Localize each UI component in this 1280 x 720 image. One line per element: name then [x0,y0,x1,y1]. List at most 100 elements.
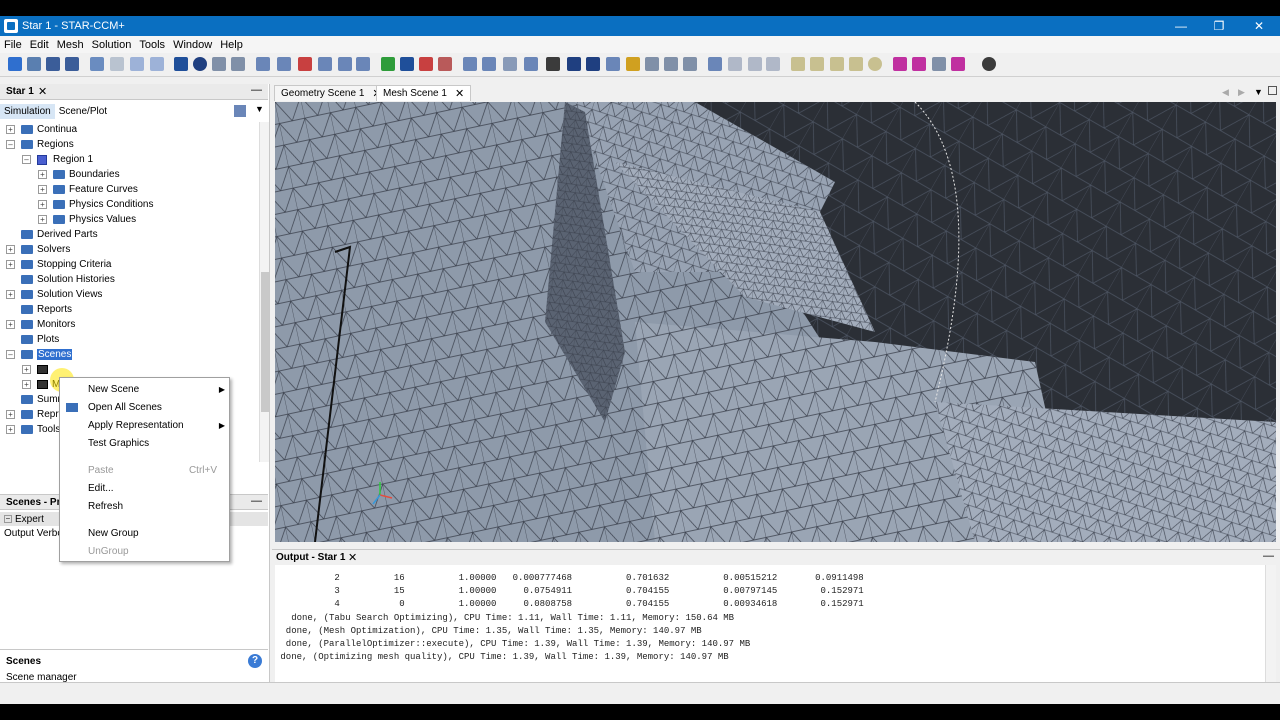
highlight-all-icon[interactable] [912,57,926,71]
maximize-icon[interactable] [1268,86,1277,95]
open-icon[interactable] [27,57,41,71]
tree-item-solvers[interactable]: + Solvers [6,242,70,257]
menu-item-new-scene[interactable]: New Scene ▶ [60,380,229,398]
tree-item-physics-values[interactable]: + Physics Values [38,212,136,227]
help-icon[interactable]: ? [248,654,262,668]
menu-edit[interactable]: Edit [26,39,53,51]
run-icon[interactable] [174,57,188,71]
new-icon[interactable] [8,57,22,71]
collapse-icon[interactable]: – [6,140,15,149]
chevron-right-icon[interactable]: ▶ [1238,87,1245,98]
tab-scene-plot[interactable]: Scene/Plot [55,104,111,119]
expand-icon[interactable]: + [6,260,15,269]
tree-item-continua[interactable]: + Continua [6,122,77,137]
expand-icon[interactable]: + [38,170,47,179]
tree-item-reports[interactable]: Reports [21,302,72,317]
tree-item-representations[interactable]: + Repr [6,407,59,422]
tree-scrollbar[interactable] [259,122,269,462]
tree-item-scenes[interactable]: – Scenes [6,347,73,362]
tab-mesh-scene[interactable]: Mesh Scene 1 ✕ [376,85,472,101]
expand-icon[interactable]: + [6,410,15,419]
abort-icon[interactable] [438,57,452,71]
output-panel-tab[interactable]: Output - Star 1 ✕ — [272,549,1280,565]
menu-item-test-graphics[interactable]: Test Graphics [60,434,229,452]
tree-item-plots[interactable]: Plots [21,332,59,347]
select-icon[interactable] [524,57,538,71]
close-icon[interactable]: ✕ [455,87,464,100]
tree-item-feature-curves[interactable]: + Feature Curves [38,182,138,197]
tree-item-derived-parts[interactable]: Derived Parts [21,227,98,242]
highlight-icon[interactable] [893,57,907,71]
tree-item-regions[interactable]: – Regions [6,137,74,152]
stop-icon[interactable] [231,57,245,71]
tab-simulation[interactable]: Simulation [0,103,55,119]
expand-icon[interactable]: + [6,425,15,434]
rotate-icon[interactable] [606,57,620,71]
minimize-panel-icon[interactable]: — [251,495,262,507]
output-scrollbar[interactable] [1265,565,1276,682]
step-icon[interactable] [400,57,414,71]
tree-item-boundaries[interactable]: + Boundaries [38,167,120,182]
tree-item-solution-histories[interactable]: Solution Histories [21,272,115,287]
expand-icon[interactable]: + [22,365,31,374]
mesh-scene-viewport[interactable] [275,102,1276,542]
menu-help[interactable]: Help [216,39,247,51]
expand-icon[interactable]: + [38,200,47,209]
paste-icon[interactable] [110,57,124,71]
volume-icon[interactable] [356,57,370,71]
mesh-tool-icon[interactable] [256,57,270,71]
clip-icon[interactable] [748,57,762,71]
menu-item-new-group[interactable]: New Group [60,524,229,542]
forward-icon[interactable] [150,57,164,71]
ffwd-icon[interactable] [849,57,863,71]
close-icon[interactable]: ✕ [348,551,357,564]
minimize-icon[interactable]: — [1162,16,1200,36]
simulation-panel-tab[interactable]: Star 1 ✕ — [0,84,268,100]
expand-icon[interactable]: + [38,185,47,194]
mesh-generate-icon[interactable] [277,57,291,71]
stop-run-icon[interactable] [419,57,433,71]
menu-file[interactable]: File [0,39,26,51]
menu-item-ungroup[interactable]: UnGroup [60,542,229,560]
collapse-icon[interactable]: – [6,350,15,359]
next-view-icon[interactable] [586,57,600,71]
menu-item-open-all-scenes[interactable]: Open All Scenes [60,398,229,416]
prev-view-icon[interactable] [567,57,581,71]
play-anim-icon[interactable] [791,57,805,71]
surface-icon[interactable] [338,57,352,71]
menu-solution[interactable]: Solution [88,39,136,51]
table-icon[interactable] [683,57,697,71]
restore-icon[interactable]: ❐ [1200,16,1238,36]
collapse-icon[interactable]: – [4,515,12,523]
mesh-op-icon[interactable] [318,57,332,71]
expand-icon[interactable]: + [38,215,47,224]
menu-tools[interactable]: Tools [135,39,169,51]
tree-item-solution-views[interactable]: + Solution Views [6,287,102,302]
output-log[interactable]: 2 16 1.00000 0.000777468 0.701632 0.0051… [275,565,1265,682]
copy-icon[interactable] [90,57,104,71]
rewind-icon[interactable] [830,57,844,71]
settings-icon[interactable] [982,57,996,71]
menu-item-apply-representation[interactable]: Apply Representation ▶ [60,416,229,434]
tree-item-tools[interactable]: + Tools [6,422,60,437]
close-icon[interactable]: ✕ [1240,16,1278,36]
expand-icon[interactable]: + [6,245,15,254]
ruler-icon[interactable] [645,57,659,71]
expand-icon[interactable]: + [22,380,31,389]
probe-icon[interactable] [708,57,722,71]
record-icon[interactable] [193,57,207,71]
view-icon[interactable] [463,57,477,71]
expand-icon[interactable]: + [6,125,15,134]
tree-options-icon[interactable] [234,105,246,117]
transform-icon[interactable] [932,57,946,71]
scrollbar-thumb[interactable] [261,272,269,412]
grid-icon[interactable] [664,57,678,71]
flag-icon[interactable] [381,57,395,71]
plane-icon[interactable] [728,57,742,71]
tree-item-monitors[interactable]: + Monitors [6,317,75,332]
expand-icon[interactable]: + [6,290,15,299]
anim-record-icon[interactable] [868,57,882,71]
light-icon[interactable] [626,57,640,71]
minimize-panel-icon[interactable]: — [251,84,262,96]
save-icon[interactable] [46,57,60,71]
